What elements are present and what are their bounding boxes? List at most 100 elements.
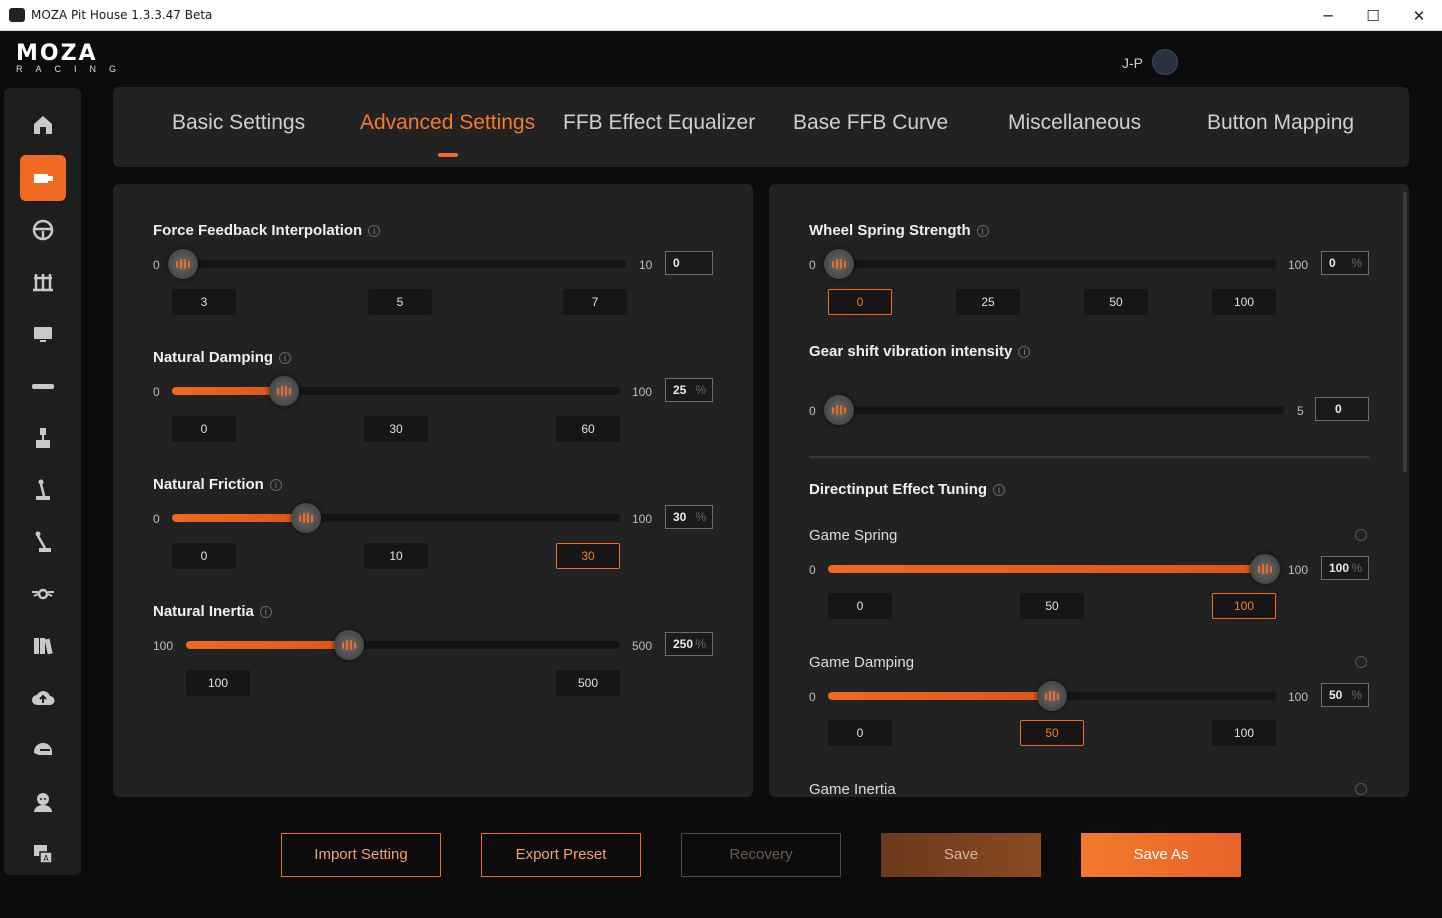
preset-button[interactable]: 60 <box>556 416 620 442</box>
slider-handle[interactable] <box>824 249 854 279</box>
preset-button[interactable]: 50 <box>1020 593 1084 619</box>
user-icon[interactable] <box>20 779 66 825</box>
info-icon[interactable]: i <box>368 225 381 237</box>
preset-button[interactable]: 25 <box>956 289 1020 315</box>
user-name[interactable]: J-P <box>1122 55 1143 71</box>
game-inertia-title: Game Inertia <box>809 781 896 797</box>
preset-button[interactable]: 0 <box>828 720 892 746</box>
minimize-button[interactable]: ─ <box>1305 0 1351 31</box>
natural-friction-slider[interactable] <box>172 503 620 533</box>
game-inertia-toggle[interactable] <box>1355 783 1367 795</box>
slider-handle[interactable] <box>1037 681 1067 711</box>
info-icon[interactable]: i <box>976 225 989 237</box>
preset-button[interactable]: 5 <box>368 289 432 315</box>
wheel-spring-input[interactable]: 0% <box>1321 251 1369 275</box>
window-titlebar: MOZA Pit House 1.3.3.47 Beta ─ ☐ ✕ <box>0 0 1442 31</box>
gear-vibration-slider[interactable] <box>824 395 1284 425</box>
preset-button[interactable]: 100 <box>1212 289 1276 315</box>
slider-handle[interactable] <box>1250 554 1280 584</box>
slider-min: 0 <box>153 385 160 399</box>
save-button[interactable]: Save <box>881 833 1041 877</box>
slider-max: 100 <box>1288 690 1309 704</box>
game-spring-slider[interactable] <box>828 554 1280 584</box>
handbrake-icon[interactable] <box>20 415 66 461</box>
game-damping-title: Game Damping <box>809 654 915 671</box>
info-icon[interactable]: i <box>259 606 272 618</box>
game-spring-input[interactable]: 100% <box>1321 556 1369 580</box>
pedals-icon[interactable] <box>20 259 66 305</box>
natural-friction-input[interactable]: 30% <box>665 505 713 529</box>
preset-button[interactable]: 3 <box>172 289 236 315</box>
maximize-button[interactable]: ☐ <box>1350 0 1396 31</box>
import-setting-button[interactable]: Import Setting <box>281 833 441 877</box>
wheel-spring-title: Wheel Spring Strength i <box>809 222 989 239</box>
shifter-bar-icon[interactable] <box>20 363 66 409</box>
preset-button[interactable]: 100 <box>1212 720 1276 746</box>
game-damping-slider[interactable] <box>828 681 1276 711</box>
gear-vibration-title: Gear shift vibration intensity i <box>809 343 1031 360</box>
info-icon[interactable]: i <box>279 352 292 364</box>
tab-miscellaneous[interactable]: Miscellaneous <box>1008 111 1141 135</box>
slider-handle[interactable] <box>269 376 299 406</box>
natural-damping-slider[interactable] <box>172 376 620 406</box>
home-icon[interactable] <box>20 102 66 148</box>
ffb-interpolation-input[interactable]: 0 <box>665 251 713 275</box>
export-preset-button[interactable]: Export Preset <box>481 833 641 877</box>
hpattern-shifter-icon[interactable] <box>20 519 66 565</box>
dashboard-icon[interactable] <box>20 311 66 357</box>
tab-advanced-settings[interactable]: Advanced Settings <box>360 111 535 157</box>
preset-button[interactable]: 0 <box>172 543 236 569</box>
slider-max: 100 <box>632 385 653 399</box>
slider-handle[interactable] <box>291 503 322 533</box>
game-damping-toggle[interactable] <box>1355 656 1367 668</box>
wheelbase-icon[interactable] <box>20 155 66 201</box>
preset-button[interactable]: 10 <box>364 543 428 569</box>
preset-button[interactable]: 500 <box>556 670 620 696</box>
tab-ffb-effect-equalizer[interactable]: FFB Effect Equalizer <box>563 111 755 135</box>
preset-button-selected[interactable]: 30 <box>556 543 620 569</box>
game-spring-toggle[interactable] <box>1355 529 1367 541</box>
natural-inertia-slider[interactable] <box>186 630 620 660</box>
avatar[interactable] <box>1152 49 1178 75</box>
close-button[interactable]: ✕ <box>1396 0 1442 31</box>
game-damping-input[interactable]: 50% <box>1321 683 1369 707</box>
slider-handle[interactable] <box>333 630 364 660</box>
save-as-button[interactable]: Save As <box>1081 833 1241 877</box>
info-icon[interactable]: i <box>1018 346 1031 358</box>
tab-base-ffb-curve[interactable]: Base FFB Curve <box>793 111 948 135</box>
slider-handle[interactable] <box>824 395 854 425</box>
preset-button[interactable]: 0 <box>828 593 892 619</box>
library-icon[interactable] <box>20 623 66 669</box>
preset-button[interactable]: 7 <box>563 289 627 315</box>
preset-button-selected[interactable]: 0 <box>828 289 892 315</box>
slider-fill <box>828 692 1052 700</box>
hub-icon[interactable] <box>20 571 66 617</box>
preset-button[interactable]: 0 <box>172 416 236 442</box>
gear-vibration-input[interactable]: 0 <box>1315 397 1369 421</box>
tab-button-mapping[interactable]: Button Mapping <box>1207 111 1354 135</box>
section-divider <box>809 456 1369 458</box>
natural-inertia-input[interactable]: 250% <box>665 632 713 656</box>
info-icon[interactable]: i <box>993 484 1006 496</box>
preset-button-selected[interactable]: 50 <box>1020 720 1084 746</box>
preset-button[interactable]: 100 <box>186 670 250 696</box>
info-icon[interactable]: i <box>269 479 282 491</box>
language-icon[interactable]: A <box>20 831 66 877</box>
ffb-interpolation-slider[interactable] <box>168 249 627 279</box>
preset-button[interactable]: 50 <box>1084 289 1148 315</box>
slider-min: 0 <box>153 512 160 526</box>
slider-handle[interactable] <box>168 249 198 279</box>
scrollbar[interactable] <box>1403 192 1407 472</box>
helmet-icon[interactable] <box>20 727 66 773</box>
steering-wheel-icon[interactable] <box>20 207 66 253</box>
tab-basic-settings[interactable]: Basic Settings <box>172 111 305 135</box>
preset-button-selected[interactable]: 100 <box>1212 593 1276 619</box>
natural-damping-input[interactable]: 25% <box>665 378 713 402</box>
preset-button[interactable]: 30 <box>364 416 428 442</box>
sequential-shifter-icon[interactable] <box>20 467 66 513</box>
slider-max: 500 <box>632 639 653 653</box>
natural-friction-title: Natural Friction i <box>153 476 282 493</box>
cloud-icon[interactable] <box>20 675 66 721</box>
recovery-button[interactable]: Recovery <box>681 833 841 877</box>
wheel-spring-slider[interactable] <box>824 249 1276 279</box>
